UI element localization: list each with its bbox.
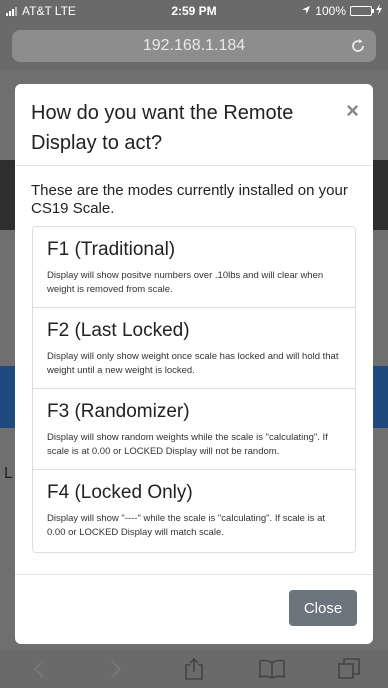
battery-percent: 100% <box>315 4 346 18</box>
modal-title: How do you want the Remote Display to ac… <box>31 102 294 154</box>
mode-list: F1 (Traditional) Display will show posit… <box>32 226 356 553</box>
background-edge-text: L <box>4 465 13 482</box>
location-icon <box>301 4 311 18</box>
url-text: 192.168.1.184 <box>142 37 246 54</box>
mode-description: Display will show positve numbers over .… <box>47 270 324 295</box>
status-bar: AT&T LTE 2:59 PM 100% <box>0 0 388 22</box>
mode-item-f4[interactable]: F4 (Locked Only) Display will show "----… <box>33 470 355 552</box>
address-field[interactable]: 192.168.1.184 <box>12 30 376 62</box>
charging-icon <box>376 4 382 18</box>
reload-icon[interactable] <box>350 30 366 64</box>
mode-selection-modal: How do you want the Remote Display to ac… <box>15 84 373 644</box>
battery-icon <box>350 6 374 16</box>
mode-description: Display will show random weights while t… <box>47 432 328 457</box>
modal-footer: Close <box>15 574 373 644</box>
mode-title: F1 (Traditional) <box>47 239 176 260</box>
mode-title: F3 (Randomizer) <box>47 401 190 422</box>
close-icon[interactable]: × <box>346 98 359 124</box>
mode-item-f1[interactable]: F1 (Traditional) Display will show posit… <box>33 227 355 308</box>
mode-item-f3[interactable]: F3 (Randomizer) Display will show random… <box>33 389 355 470</box>
browser-toolbar <box>0 650 388 688</box>
back-icon[interactable] <box>24 654 54 684</box>
mode-item-f2[interactable]: F2 (Last Locked) Display will only show … <box>33 308 355 389</box>
mode-description: Display will only show weight once scale… <box>47 351 339 376</box>
modal-header: How do you want the Remote Display to ac… <box>15 84 373 166</box>
modal-intro: These are the modes currently installed … <box>31 182 348 217</box>
url-bar: 192.168.1.184 <box>0 22 388 70</box>
close-button[interactable]: Close <box>289 590 357 626</box>
status-bar-right: 100% <box>301 4 382 18</box>
mode-title: F4 (Locked Only) <box>47 482 193 503</box>
tabs-icon[interactable] <box>334 654 364 684</box>
forward-icon[interactable] <box>101 654 131 684</box>
bookmarks-icon[interactable] <box>257 654 287 684</box>
share-icon[interactable] <box>179 654 209 684</box>
mode-title: F2 (Last Locked) <box>47 320 190 341</box>
mode-description: Display will show "----" while the scale… <box>47 513 325 538</box>
